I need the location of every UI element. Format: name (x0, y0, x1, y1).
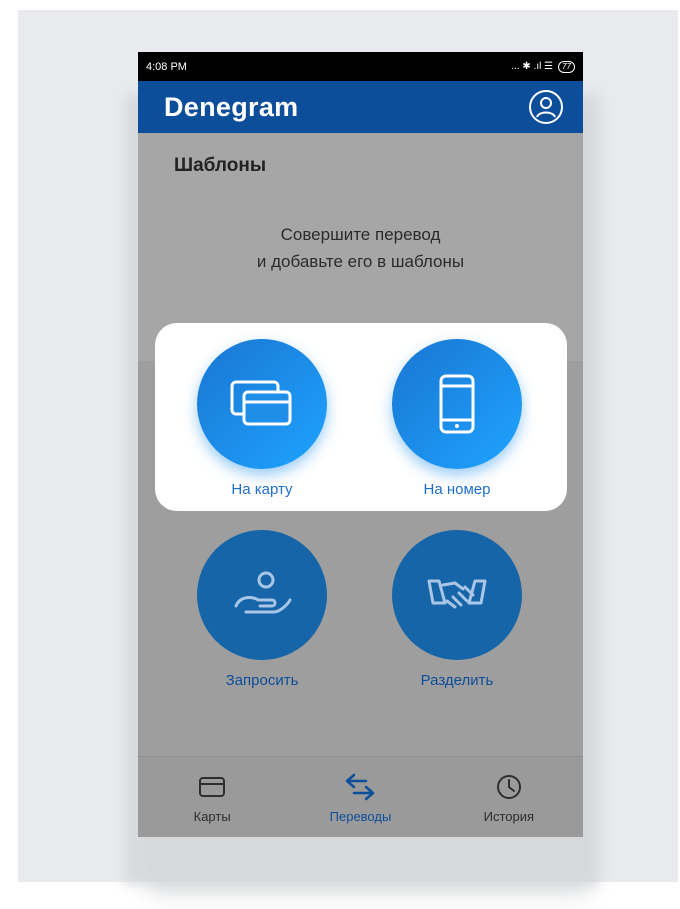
nav-item-transfers[interactable]: Переводы (300, 771, 420, 824)
app-header: Denegram (138, 81, 583, 133)
to-number-label: На номер (423, 481, 491, 498)
request-button[interactable]: Запросить (182, 530, 342, 689)
nav-label-transfers: Переводы (329, 808, 392, 824)
bottom-nav: Карты Переводы История (138, 756, 583, 837)
handshake-icon (427, 579, 487, 609)
split-circle (392, 530, 522, 660)
profile-button[interactable] (529, 90, 563, 124)
split-label: Разделить (420, 672, 494, 689)
to-card-button[interactable]: На карту (182, 339, 342, 498)
to-number-circle (392, 339, 522, 469)
status-bar: 4:08 PM ... ✱ .ıl ☰ 77 (138, 52, 583, 81)
card-icon (152, 771, 272, 803)
user-circle-icon (536, 97, 556, 118)
nav-item-cards[interactable]: Карты (152, 771, 272, 824)
nav-item-history[interactable]: История (449, 771, 569, 824)
nav-label-history: История (483, 808, 535, 824)
hand-coin-icon (234, 571, 292, 614)
signal-icons: ... ✱ .ıl ☰ (511, 61, 554, 72)
request-circle (197, 530, 327, 660)
nav-label-cards: Карты (193, 808, 231, 824)
status-icons: ... ✱ .ıl ☰ 77 (511, 60, 575, 73)
battery-icon: 77 (558, 60, 575, 73)
highlighted-actions-card: На карту На номер (155, 323, 567, 511)
hint-line-2: и добавьте его в шаблоны (256, 252, 465, 271)
request-label: Запросить (225, 672, 299, 689)
templates-hint: Совершите перевод и добавьте его в шабло… (138, 221, 583, 275)
to-card-circle (197, 339, 327, 469)
status-time: 4:08 PM (146, 60, 187, 73)
to-number-button[interactable]: На номер (377, 339, 537, 498)
to-card-label: На карту (231, 481, 293, 498)
phone-icon (439, 374, 475, 434)
cards-icon (230, 380, 292, 426)
split-button[interactable]: Разделить (377, 530, 537, 689)
hint-line-1: Совершите перевод (280, 225, 441, 244)
brand-logo: Denegram (164, 91, 299, 122)
clock-icon (449, 771, 569, 803)
swap-arrows-icon (300, 771, 420, 803)
templates-title: Шаблоны (174, 155, 267, 176)
